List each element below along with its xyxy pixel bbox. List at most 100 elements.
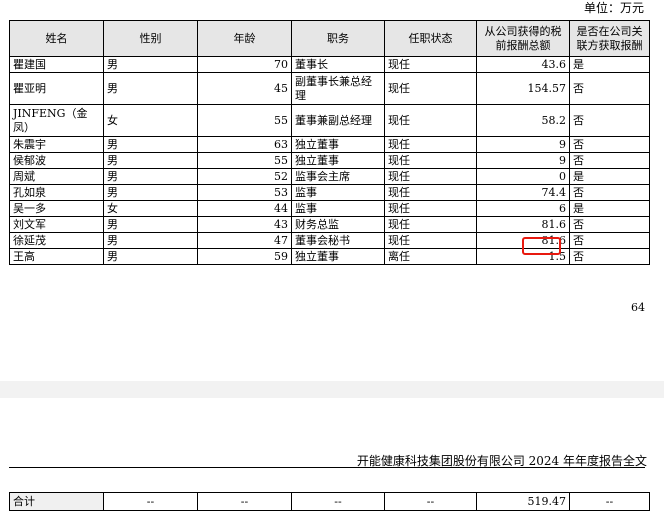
cell-related: 否 xyxy=(569,136,650,153)
cell-pay: 43.6 xyxy=(476,56,570,73)
cell-gender: 女 xyxy=(103,200,198,217)
cell-related: 是 xyxy=(569,168,650,185)
cell-title: 财务总监 xyxy=(291,216,385,233)
total-status: -- xyxy=(384,492,477,511)
cell-title: 监事会主席 xyxy=(291,168,385,185)
cell-status: 离任 xyxy=(384,248,477,265)
cell-related: 否 xyxy=(569,184,650,201)
cell-pay: 6 xyxy=(476,200,570,217)
cell-status: 现任 xyxy=(384,152,477,169)
cell-age: 55 xyxy=(197,104,292,137)
cell-gender: 男 xyxy=(103,136,198,153)
cell-pay: 74.4 xyxy=(476,184,570,201)
header-title: 职务 xyxy=(291,20,385,57)
total-age: -- xyxy=(197,492,292,511)
cell-status: 现任 xyxy=(384,56,477,73)
table-header-row: 姓名 性别 年龄 职务 任职状态 从公司获得的税前报酬总额 是否在公司关联方获取… xyxy=(9,20,650,57)
compensation-table: 姓名 性别 年龄 职务 任职状态 从公司获得的税前报酬总额 是否在公司关联方获取… xyxy=(9,20,650,265)
header-pay: 从公司获得的税前报酬总额 xyxy=(476,20,570,57)
cell-related: 否 xyxy=(569,216,650,233)
cell-pay: 154.57 xyxy=(476,72,570,105)
cell-gender: 男 xyxy=(103,184,198,201)
cell-related: 否 xyxy=(569,152,650,169)
table-row: JINFENG（金凤） 女 55 董事兼副总经理 现任 58.2 否 xyxy=(9,104,650,137)
cell-related: 否 xyxy=(569,232,650,249)
cell-related: 否 xyxy=(569,104,650,137)
table-row: 周斌 男 52 监事会主席 现任 0 是 xyxy=(9,168,650,185)
table-row: 侯郁波 男 55 独立董事 现任 9 否 xyxy=(9,152,650,169)
cell-related: 否 xyxy=(569,248,650,265)
header-name: 姓名 xyxy=(9,20,104,57)
cell-age: 53 xyxy=(197,184,292,201)
cell-pay: 9 xyxy=(476,136,570,153)
cell-status: 现任 xyxy=(384,216,477,233)
cell-age: 59 xyxy=(197,248,292,265)
red-highlight-box xyxy=(522,237,561,255)
cell-name: 徐延茂 xyxy=(9,232,104,249)
cell-name: 周斌 xyxy=(9,168,104,185)
table-row: 朱震宇 男 63 独立董事 现任 9 否 xyxy=(9,136,650,153)
cell-name: 瞿亚明 xyxy=(9,72,104,105)
cell-gender: 女 xyxy=(103,104,198,137)
cell-age: 63 xyxy=(197,136,292,153)
cell-status: 现任 xyxy=(384,232,477,249)
total-pay: 519.47 xyxy=(476,492,570,511)
cell-name: 侯郁波 xyxy=(9,152,104,169)
unit-label: 单位：万元 xyxy=(583,1,644,15)
header-related: 是否在公司关联方获取报酬 xyxy=(569,20,650,57)
cell-gender: 男 xyxy=(103,168,198,185)
cell-status: 现任 xyxy=(384,200,477,217)
cell-title: 董事长 xyxy=(291,56,385,73)
cell-name: 朱震宇 xyxy=(9,136,104,153)
cell-gender: 男 xyxy=(103,232,198,249)
page-number: 64 xyxy=(631,301,645,314)
total-related: -- xyxy=(569,492,650,511)
cell-age: 45 xyxy=(197,72,292,105)
cell-title: 监事 xyxy=(291,200,385,217)
cell-pay: 81.6 xyxy=(476,216,570,233)
total-row: 合计 -- -- -- -- 519.47 -- xyxy=(9,492,650,511)
cell-gender: 男 xyxy=(103,72,198,105)
table-row: 瞿亚明 男 45 副董事长兼总经理 现任 154.57 否 xyxy=(9,72,650,105)
table-row: 瞿建国 男 70 董事长 现任 43.6 是 xyxy=(9,56,650,73)
cell-gender: 男 xyxy=(103,152,198,169)
table-row: 孔如泉 男 53 监事 现任 74.4 否 xyxy=(9,184,650,201)
cell-age: 52 xyxy=(197,168,292,185)
total-label: 合计 xyxy=(9,492,104,511)
cell-title: 监事 xyxy=(291,184,385,201)
total-table: 合计 -- -- -- -- 519.47 -- xyxy=(9,492,650,511)
total-title: -- xyxy=(291,492,385,511)
table-row: 刘文军 男 43 财务总监 现任 81.6 否 xyxy=(9,216,650,233)
cell-name: JINFENG（金凤） xyxy=(9,104,104,137)
cell-name: 王高 xyxy=(9,248,104,265)
cell-name: 刘文军 xyxy=(9,216,104,233)
cell-age: 47 xyxy=(197,232,292,249)
header-status: 任职状态 xyxy=(384,20,477,57)
cell-status: 现任 xyxy=(384,168,477,185)
page-gap xyxy=(0,381,664,398)
cell-status: 现任 xyxy=(384,104,477,137)
cell-gender: 男 xyxy=(103,248,198,265)
cell-name: 吴一多 xyxy=(9,200,104,217)
cell-title: 独立董事 xyxy=(291,136,385,153)
cell-status: 现任 xyxy=(384,136,477,153)
cell-pay: 9 xyxy=(476,152,570,169)
cell-name: 瞿建国 xyxy=(9,56,104,73)
cell-related: 是 xyxy=(569,56,650,73)
cell-title: 独立董事 xyxy=(291,152,385,169)
title-divider xyxy=(9,467,645,468)
cell-name: 孔如泉 xyxy=(9,184,104,201)
cell-pay: 58.2 xyxy=(476,104,570,137)
cell-age: 43 xyxy=(197,216,292,233)
header-age: 年龄 xyxy=(197,20,292,57)
cell-gender: 男 xyxy=(103,216,198,233)
cell-age: 55 xyxy=(197,152,292,169)
cell-age: 44 xyxy=(197,200,292,217)
header-gender: 性别 xyxy=(103,20,198,57)
cell-title: 副董事长兼总经理 xyxy=(291,72,385,105)
cell-gender: 男 xyxy=(103,56,198,73)
cell-related: 是 xyxy=(569,200,650,217)
cell-title: 董事兼副总经理 xyxy=(291,104,385,137)
cell-status: 现任 xyxy=(384,72,477,105)
cell-pay: 0 xyxy=(476,168,570,185)
